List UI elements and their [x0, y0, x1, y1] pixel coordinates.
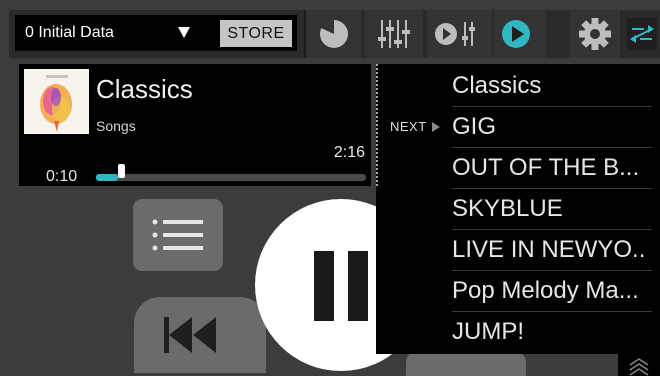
- next-button[interactable]: [406, 352, 526, 376]
- skip-back-icon: [164, 317, 216, 353]
- pause-icon-bar-left: [314, 251, 334, 321]
- progress-fill: [96, 174, 118, 181]
- queue-item[interactable]: GIG: [452, 107, 648, 147]
- total-time: 2:16: [333, 144, 365, 161]
- play-button[interactable]: [494, 10, 546, 58]
- play-icon: [502, 20, 530, 48]
- queue-panel: NEXT Classics GIG OUT OF THE B... SKYBLU…: [376, 64, 660, 354]
- album-title: Classics: [96, 74, 193, 104]
- queue-item[interactable]: SKYBLUE: [452, 189, 648, 229]
- play-eq-icon: [435, 22, 475, 46]
- swap-button[interactable]: [624, 10, 660, 58]
- chevron-up-icon: [629, 358, 649, 376]
- album-subtitle: Songs: [96, 118, 136, 134]
- queue-item[interactable]: Pop Melody Ma...: [452, 271, 648, 311]
- swap-icon: [627, 18, 657, 50]
- settings-button[interactable]: [570, 10, 620, 58]
- progress-track[interactable]: [96, 164, 366, 181]
- queue-item[interactable]: Classics: [452, 66, 648, 106]
- playlist-button[interactable]: [133, 199, 223, 271]
- music-player-app: 0 Initial Data STORE Classics Songs 2:16…: [0, 0, 660, 376]
- elapsed-time: 0:10: [46, 168, 78, 185]
- now-playing-card: Classics Songs 2:16 0:10: [19, 64, 371, 186]
- play-eq-button[interactable]: [427, 10, 492, 58]
- album-art: [24, 69, 89, 134]
- scroll-up-button[interactable]: [618, 354, 660, 376]
- album-cover-illustration: [24, 69, 89, 134]
- mixer-icon: [378, 20, 410, 48]
- queue-item[interactable]: LIVE IN NEWYO..: [452, 230, 648, 270]
- dropdown-arrow-icon[interactable]: [178, 27, 190, 38]
- pause-icon-bar-right: [348, 251, 368, 321]
- store-button[interactable]: STORE: [220, 20, 292, 47]
- queue-divider: [376, 64, 378, 186]
- gear-icon: [579, 18, 611, 50]
- list-icon: [152, 219, 203, 251]
- queue-item[interactable]: OUT OF THE B...: [452, 148, 648, 188]
- timer-icon: [320, 19, 348, 48]
- timer-button[interactable]: [306, 10, 361, 58]
- progress-thumb[interactable]: [118, 164, 125, 178]
- next-label: NEXT: [390, 119, 427, 134]
- preset-selector[interactable]: 0 Initial Data STORE: [15, 15, 297, 51]
- queue-item[interactable]: JUMP!: [452, 312, 648, 352]
- previous-button[interactable]: [134, 297, 266, 373]
- mixer-button[interactable]: [365, 10, 423, 58]
- preset-label: 0 Initial Data: [25, 24, 114, 41]
- next-marker-icon: [432, 122, 440, 132]
